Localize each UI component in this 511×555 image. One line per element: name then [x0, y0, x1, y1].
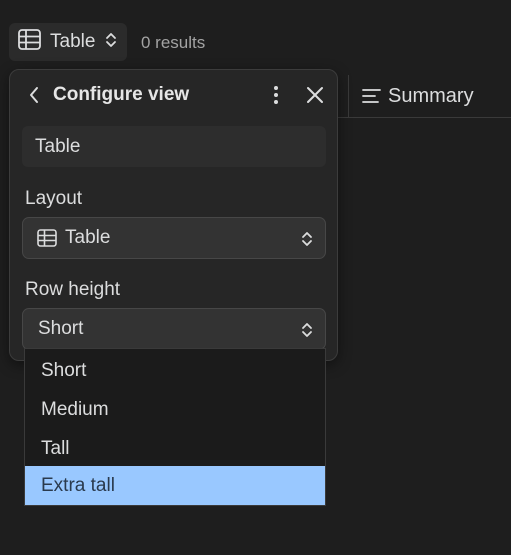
layout-value: Table	[65, 227, 111, 248]
table-grid-icon	[37, 229, 57, 247]
more-vertical-icon[interactable]	[272, 84, 280, 111]
dropdown-option-short[interactable]: Short	[25, 351, 325, 390]
text-lines-icon	[362, 87, 382, 110]
column-header-summary[interactable]: Summary	[338, 75, 511, 117]
dropdown-option-medium[interactable]: Medium	[25, 390, 325, 429]
panel-title: Configure view	[53, 84, 190, 105]
row-height-select[interactable]: Short	[22, 308, 326, 350]
layout-select[interactable]: Table	[22, 217, 326, 259]
chevron-up-down-icon	[301, 321, 313, 344]
chevron-left-icon[interactable]	[28, 86, 40, 109]
dropdown-option-tall[interactable]: Tall	[25, 429, 325, 468]
column-header-label: Summary	[388, 85, 474, 107]
row-height-dropdown: Short Medium Tall Extra tall	[24, 348, 326, 506]
results-count: 0 results	[141, 33, 206, 52]
layout-label: Layout	[25, 188, 83, 209]
view-switcher-label: Table	[50, 31, 96, 52]
row-height-value: Short	[38, 318, 84, 339]
configure-view-panel: Configure view Layout Table	[9, 69, 338, 361]
header-divider	[338, 117, 511, 118]
dropdown-option-extra-tall[interactable]: Extra tall	[25, 466, 325, 505]
view-name-input[interactable]	[22, 126, 326, 167]
row-height-label: Row height	[25, 279, 121, 300]
table-grid-icon	[18, 29, 41, 55]
view-switcher-button[interactable]: Table	[9, 23, 127, 61]
close-icon[interactable]	[306, 86, 324, 109]
panel-header: Configure view	[10, 70, 337, 120]
chevron-up-down-icon	[105, 31, 117, 54]
chevron-up-down-icon	[301, 230, 313, 253]
